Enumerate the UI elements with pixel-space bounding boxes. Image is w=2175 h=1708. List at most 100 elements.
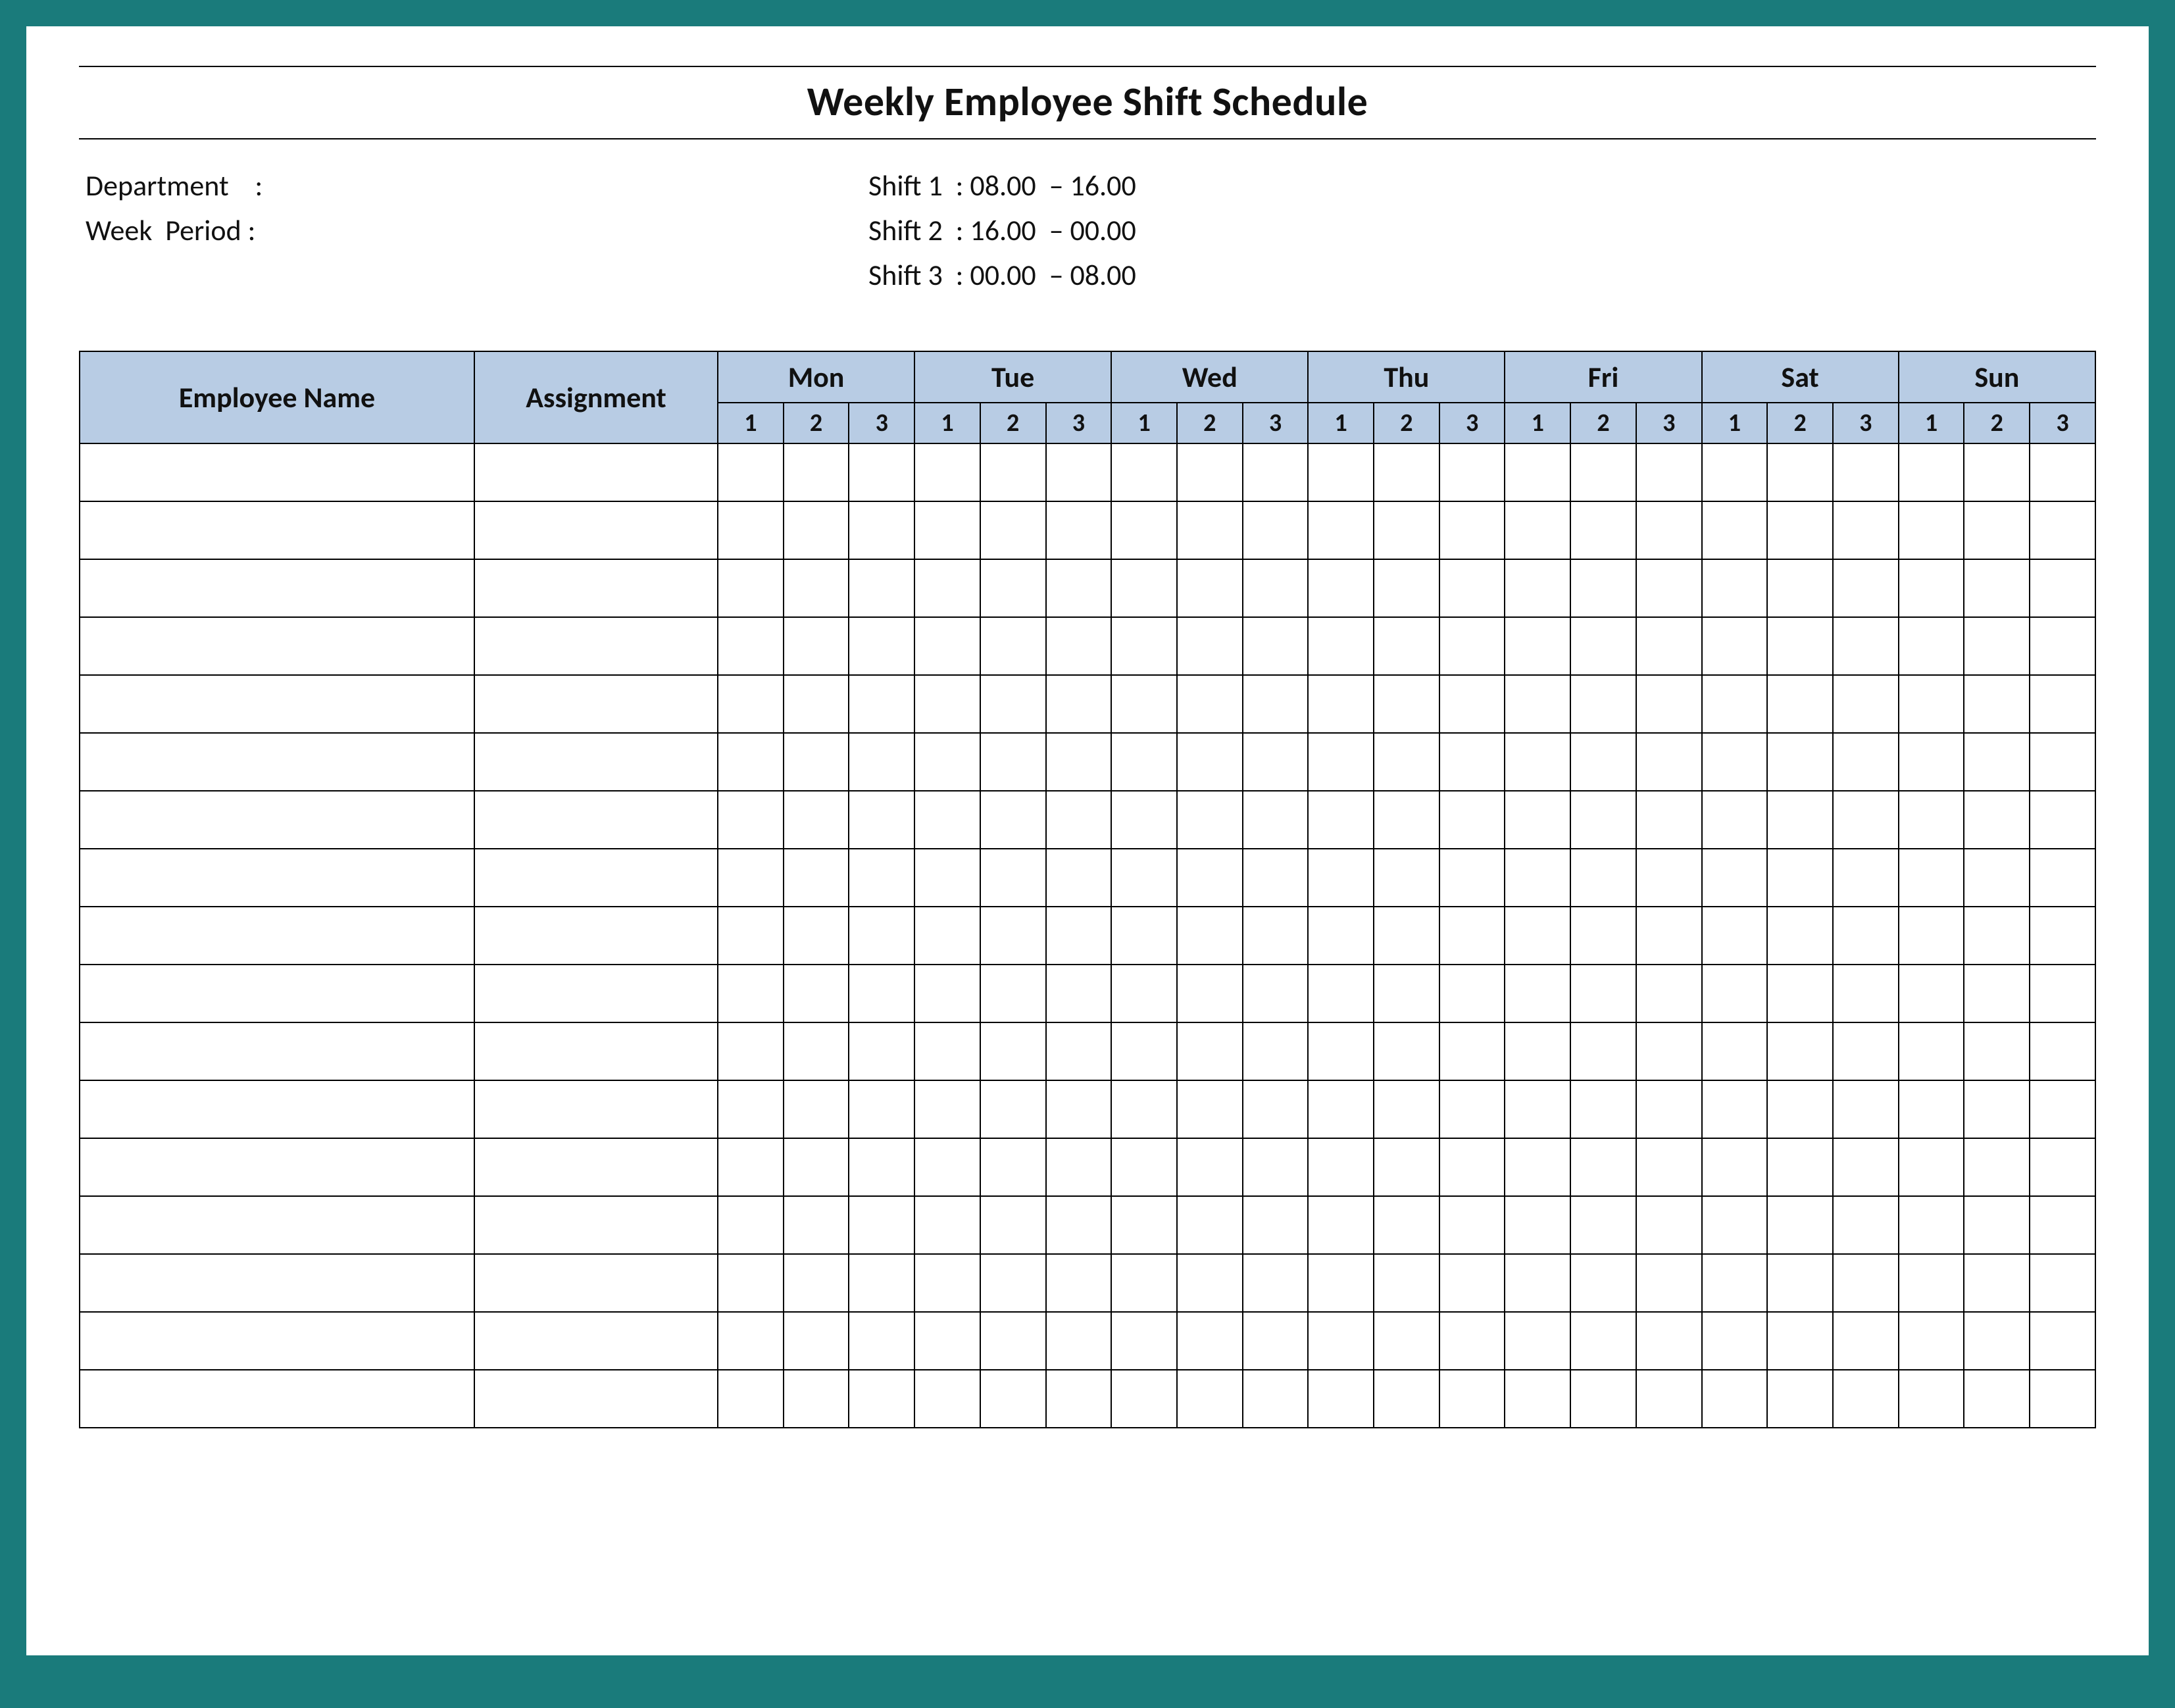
- cell-shift[interactable]: [849, 1370, 914, 1428]
- cell-shift[interactable]: [1505, 849, 1570, 907]
- cell-shift[interactable]: [914, 1022, 980, 1080]
- cell-shift[interactable]: [1833, 675, 1899, 733]
- cell-shift[interactable]: [1308, 559, 1374, 617]
- cell-shift[interactable]: [1833, 1080, 1899, 1138]
- cell-shift[interactable]: [2030, 849, 2095, 907]
- cell-shift[interactable]: [1374, 1312, 1439, 1370]
- cell-shift[interactable]: [784, 1370, 849, 1428]
- cell-shift[interactable]: [1702, 849, 1768, 907]
- cell-shift[interactable]: [914, 501, 980, 559]
- cell-shift[interactable]: [1046, 907, 1112, 965]
- cell-employee-name[interactable]: [80, 501, 474, 559]
- cell-shift[interactable]: [1505, 1370, 1570, 1428]
- cell-shift[interactable]: [1308, 1312, 1374, 1370]
- cell-employee-name[interactable]: [80, 1196, 474, 1254]
- cell-shift[interactable]: [1899, 965, 1964, 1022]
- cell-shift[interactable]: [1899, 501, 1964, 559]
- cell-shift[interactable]: [1243, 849, 1309, 907]
- cell-shift[interactable]: [1046, 501, 1112, 559]
- cell-shift[interactable]: [1177, 443, 1243, 501]
- cell-shift[interactable]: [914, 443, 980, 501]
- cell-shift[interactable]: [1964, 1138, 2030, 1196]
- cell-shift[interactable]: [1702, 617, 1768, 675]
- cell-shift[interactable]: [1439, 1196, 1505, 1254]
- cell-shift[interactable]: [980, 443, 1046, 501]
- cell-shift[interactable]: [914, 791, 980, 849]
- cell-shift[interactable]: [718, 617, 784, 675]
- cell-shift[interactable]: [1570, 1312, 1636, 1370]
- cell-shift[interactable]: [1243, 791, 1309, 849]
- cell-shift[interactable]: [1899, 1254, 1964, 1312]
- cell-shift[interactable]: [1899, 1138, 1964, 1196]
- cell-shift[interactable]: [1833, 733, 1899, 791]
- cell-shift[interactable]: [1833, 1138, 1899, 1196]
- cell-shift[interactable]: [1833, 501, 1899, 559]
- cell-shift[interactable]: [1111, 1080, 1177, 1138]
- cell-shift[interactable]: [1111, 1312, 1177, 1370]
- cell-shift[interactable]: [914, 675, 980, 733]
- cell-shift[interactable]: [980, 791, 1046, 849]
- cell-shift[interactable]: [1374, 1254, 1439, 1312]
- cell-shift[interactable]: [1308, 675, 1374, 733]
- cell-shift[interactable]: [1046, 1370, 1112, 1428]
- cell-shift[interactable]: [1243, 1196, 1309, 1254]
- cell-shift[interactable]: [2030, 1138, 2095, 1196]
- cell-shift[interactable]: [1374, 501, 1439, 559]
- cell-shift[interactable]: [914, 907, 980, 965]
- cell-shift[interactable]: [1636, 1312, 1702, 1370]
- cell-shift[interactable]: [718, 965, 784, 1022]
- cell-employee-name[interactable]: [80, 1370, 474, 1428]
- cell-shift[interactable]: [1767, 849, 1833, 907]
- cell-shift[interactable]: [1111, 907, 1177, 965]
- cell-shift[interactable]: [2030, 1312, 2095, 1370]
- cell-assignment[interactable]: [474, 443, 718, 501]
- cell-shift[interactable]: [1439, 443, 1505, 501]
- cell-shift[interactable]: [1702, 443, 1768, 501]
- cell-shift[interactable]: [718, 907, 784, 965]
- cell-shift[interactable]: [1111, 617, 1177, 675]
- cell-shift[interactable]: [2030, 907, 2095, 965]
- cell-shift[interactable]: [1177, 1370, 1243, 1428]
- cell-shift[interactable]: [1374, 559, 1439, 617]
- cell-shift[interactable]: [1570, 501, 1636, 559]
- cell-shift[interactable]: [1439, 1312, 1505, 1370]
- cell-shift[interactable]: [1636, 791, 1702, 849]
- cell-shift[interactable]: [1439, 1370, 1505, 1428]
- cell-shift[interactable]: [1439, 675, 1505, 733]
- cell-shift[interactable]: [784, 1254, 849, 1312]
- cell-shift[interactable]: [1702, 1080, 1768, 1138]
- cell-shift[interactable]: [784, 907, 849, 965]
- cell-shift[interactable]: [1964, 443, 2030, 501]
- cell-shift[interactable]: [980, 617, 1046, 675]
- cell-shift[interactable]: [784, 1080, 849, 1138]
- cell-shift[interactable]: [1243, 907, 1309, 965]
- cell-shift[interactable]: [1636, 1080, 1702, 1138]
- cell-shift[interactable]: [1505, 1022, 1570, 1080]
- cell-employee-name[interactable]: [80, 1022, 474, 1080]
- cell-shift[interactable]: [1439, 1022, 1505, 1080]
- cell-shift[interactable]: [914, 1254, 980, 1312]
- cell-shift[interactable]: [1439, 617, 1505, 675]
- cell-shift[interactable]: [980, 1196, 1046, 1254]
- cell-shift[interactable]: [1767, 791, 1833, 849]
- cell-shift[interactable]: [849, 849, 914, 907]
- cell-shift[interactable]: [1374, 791, 1439, 849]
- cell-shift[interactable]: [1833, 1022, 1899, 1080]
- cell-shift[interactable]: [1308, 907, 1374, 965]
- cell-shift[interactable]: [1702, 1370, 1768, 1428]
- cell-shift[interactable]: [1899, 617, 1964, 675]
- cell-shift[interactable]: [1046, 1138, 1112, 1196]
- cell-employee-name[interactable]: [80, 1254, 474, 1312]
- cell-shift[interactable]: [1833, 791, 1899, 849]
- cell-employee-name[interactable]: [80, 559, 474, 617]
- cell-shift[interactable]: [2030, 617, 2095, 675]
- cell-shift[interactable]: [1046, 849, 1112, 907]
- cell-assignment[interactable]: [474, 1022, 718, 1080]
- cell-shift[interactable]: [1046, 791, 1112, 849]
- cell-shift[interactable]: [1308, 1138, 1374, 1196]
- cell-shift[interactable]: [1046, 1080, 1112, 1138]
- cell-shift[interactable]: [1177, 907, 1243, 965]
- cell-shift[interactable]: [849, 791, 914, 849]
- cell-shift[interactable]: [1899, 675, 1964, 733]
- cell-shift[interactable]: [784, 1196, 849, 1254]
